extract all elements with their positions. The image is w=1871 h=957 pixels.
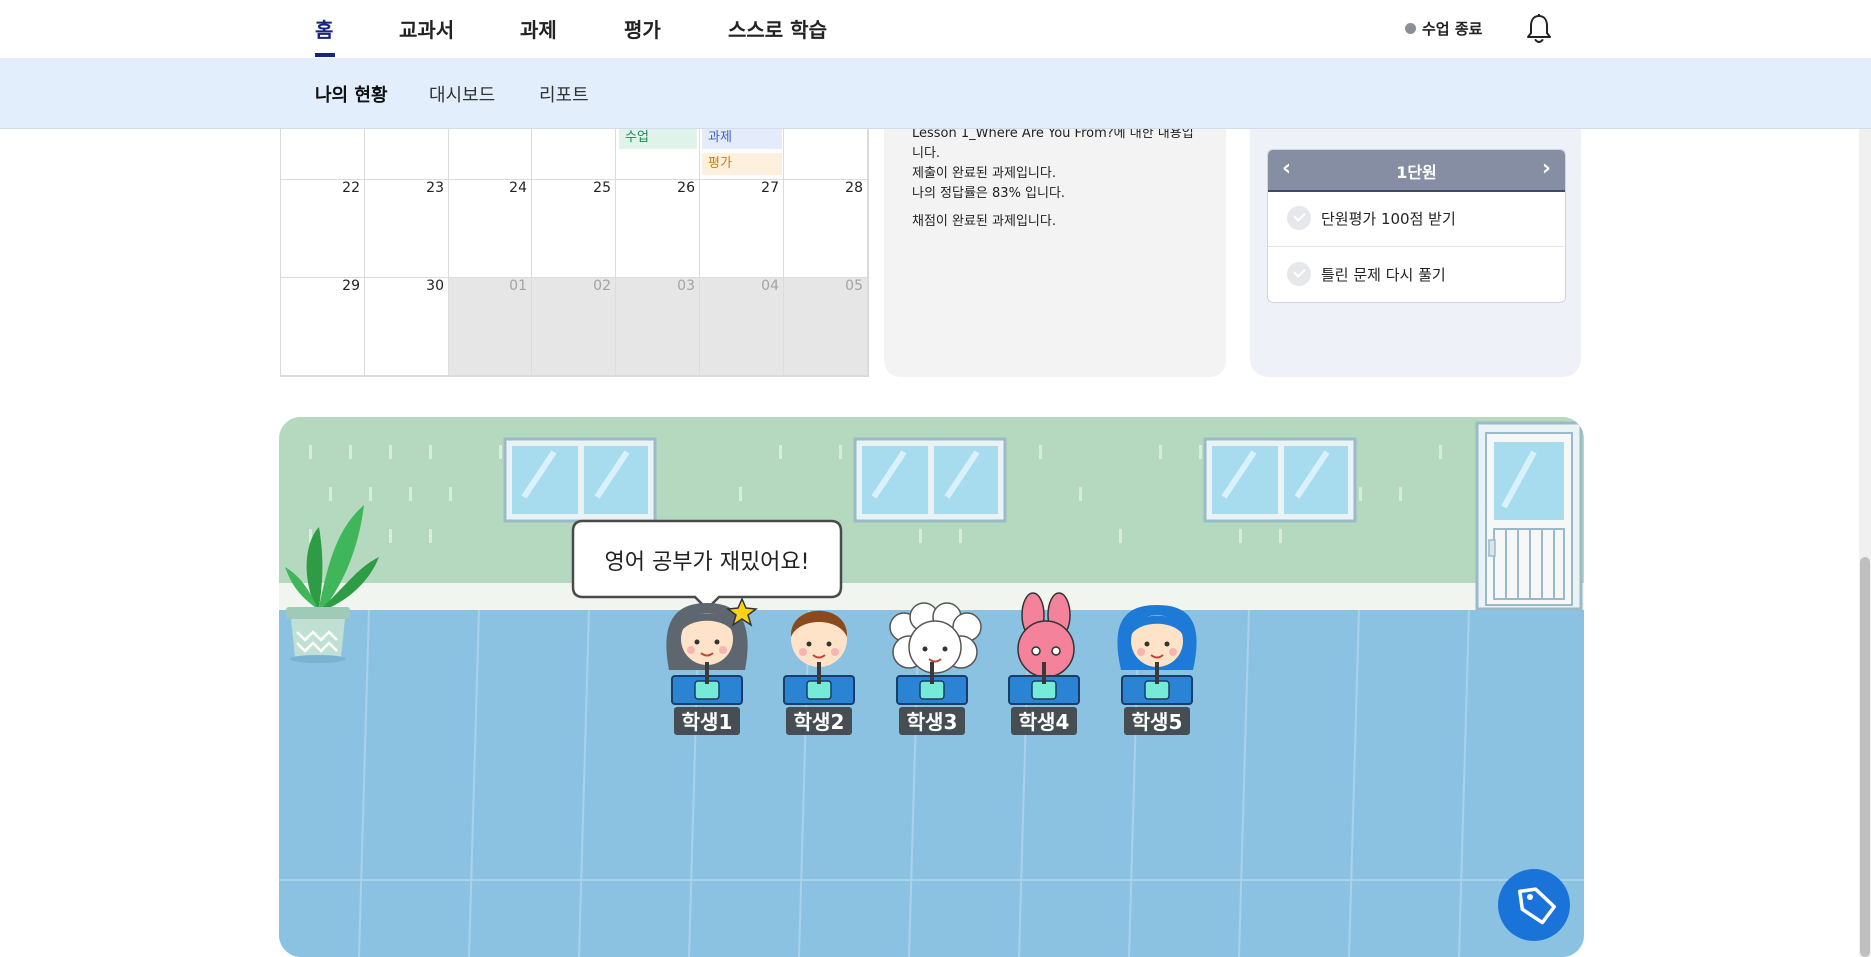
- student-name[interactable]: 학생5: [1119, 706, 1195, 735]
- goal-card: ‹ 1단원 › 단원평가 100점 받기 틀린 문제 다시 풀기: [1267, 149, 1566, 303]
- detail-text: 나의 정답률은 83% 입니다.: [912, 186, 1066, 201]
- detail-text: 채점이 완료된 과제입니다.: [912, 214, 1056, 229]
- goal-label: 단원평가 100점 받기: [1321, 210, 1456, 228]
- homework-tag[interactable]: 과제: [702, 127, 782, 149]
- nav-assignment[interactable]: 과제: [520, 14, 557, 43]
- detail-text: 제출이 완료된 과제입니다.: [912, 166, 1056, 181]
- calendar-date: 29: [342, 278, 360, 294]
- calendar-day-next-month: 01: [449, 278, 532, 376]
- classroom-scene: 영어 공부가 재밌어요! 학생1 학생2 학생3 학생4 학생5: [279, 417, 1584, 957]
- speech-bubble-text: 영어 공부가 재밌어요!: [604, 550, 810, 575]
- sub-navigation: 나의 현황 대시보드 리포트: [0, 58, 1871, 129]
- calendar-day-next-month: 05: [784, 278, 868, 376]
- calendar-day[interactable]: 30: [365, 278, 449, 376]
- evaluation-tag[interactable]: 평가: [702, 153, 782, 175]
- calendar-day[interactable]: 24: [449, 180, 532, 278]
- learning-goals-panel: ‹ 1단원 › 단원평가 100점 받기 틀린 문제 다시 풀기: [1250, 100, 1581, 377]
- calendar-day[interactable]: 25: [532, 180, 616, 278]
- calendar-date: 03: [677, 278, 695, 294]
- calendar-date: 26: [677, 180, 695, 196]
- subnav-report[interactable]: 리포트: [539, 81, 589, 107]
- student-name[interactable]: 학생3: [894, 706, 970, 735]
- classroom-background: [279, 417, 1584, 957]
- calendar-date: 24: [509, 180, 527, 196]
- tag-icon: [1518, 887, 1557, 925]
- goal-item: 단원평가 100점 받기: [1268, 190, 1565, 247]
- calendar-date: 02: [593, 278, 611, 294]
- subnav-dashboard[interactable]: 대시보드: [429, 81, 495, 107]
- calendar-day[interactable]: 29: [281, 278, 365, 376]
- unit-selector: ‹ 1단원 ›: [1268, 150, 1565, 192]
- calendar-day[interactable]: 23: [365, 180, 449, 278]
- calendar-date: 05: [845, 278, 863, 294]
- bell-icon[interactable]: [1524, 13, 1554, 45]
- calendar-date: 22: [342, 180, 360, 196]
- detail-text: 니다.: [912, 146, 941, 161]
- active-tab-indicator: [315, 53, 335, 57]
- unit-title: 1단원: [1396, 163, 1437, 182]
- nav-home[interactable]: 홈: [315, 14, 333, 43]
- student-name[interactable]: 학생2: [781, 706, 857, 735]
- end-class-label: 수업 종료: [1422, 20, 1483, 38]
- chevron-right-icon[interactable]: ›: [1542, 156, 1551, 181]
- calendar-date: 01: [509, 278, 527, 294]
- check-icon[interactable]: [1287, 206, 1311, 230]
- calendar-date: 04: [761, 278, 779, 294]
- calendar-date: 27: [761, 180, 779, 196]
- calendar-date: 23: [426, 180, 444, 196]
- calendar-day-next-month: 02: [532, 278, 616, 376]
- calendar-day-next-month: 04: [700, 278, 784, 376]
- nav-textbook[interactable]: 교과서: [399, 14, 454, 43]
- lesson-tag[interactable]: 수업: [619, 127, 697, 149]
- nav-evaluation[interactable]: 평가: [624, 14, 661, 43]
- status-dot-icon: [1405, 23, 1416, 34]
- schedule-detail-panel: Lesson 1_Where Are You From?에 대한 내용입 니다.…: [884, 100, 1226, 377]
- subnav-my-status[interactable]: 나의 현황: [315, 81, 388, 107]
- calendar: 수업 과제 평가 22 23 24 25 26 27 28 29 30 01 0…: [280, 100, 869, 377]
- student-name[interactable]: 학생4: [1006, 706, 1082, 735]
- calendar-day[interactable]: 27: [700, 180, 784, 278]
- tag-button[interactable]: [1498, 869, 1570, 941]
- scrollbar-thumb[interactable]: [1860, 557, 1870, 957]
- calendar-day-next-month: 03: [616, 278, 700, 376]
- calendar-date: 30: [426, 278, 444, 294]
- top-navigation: 홈 교과서 과제 평가 스스로 학습 수업 종료: [0, 0, 1871, 58]
- calendar-day[interactable]: 22: [281, 180, 365, 278]
- nav-self-study[interactable]: 스스로 학습: [728, 14, 827, 43]
- check-icon[interactable]: [1287, 262, 1311, 286]
- goal-label: 틀린 문제 다시 풀기: [1321, 266, 1446, 284]
- calendar-day[interactable]: 26: [616, 180, 700, 278]
- goal-item: 틀린 문제 다시 풀기: [1268, 246, 1565, 302]
- student-name[interactable]: 학생1: [669, 706, 745, 735]
- end-class-button[interactable]: 수업 종료: [1405, 18, 1482, 39]
- calendar-date: 28: [845, 180, 863, 196]
- calendar-date: 25: [593, 180, 611, 196]
- calendar-day[interactable]: 28: [784, 180, 868, 278]
